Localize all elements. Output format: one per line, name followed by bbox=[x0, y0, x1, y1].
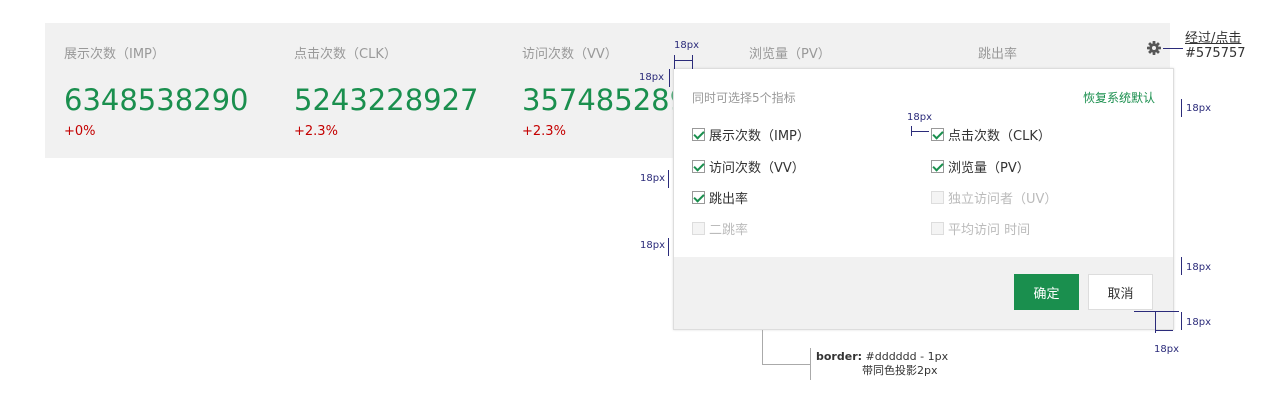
border-leader-line bbox=[762, 364, 810, 365]
metric-selector-popup: 同时可选择5个指标 恢复系统默认 展示次数（IMP） 点击次数（CLK） 访问次… bbox=[673, 68, 1174, 330]
checkbox[interactable] bbox=[931, 160, 944, 173]
popup-title: 同时可选择5个指标 bbox=[692, 91, 796, 105]
dim-line bbox=[674, 55, 675, 69]
confirm-button[interactable]: 确定 bbox=[1014, 274, 1079, 310]
checkbox bbox=[931, 222, 944, 235]
dim-line bbox=[674, 60, 692, 61]
dim-label: 18px bbox=[639, 72, 664, 83]
metric-label: 访问次数（VV） bbox=[522, 47, 618, 62]
cancel-button[interactable]: 取消 bbox=[1088, 274, 1153, 310]
dim-line bbox=[911, 126, 912, 136]
border-leader-line bbox=[810, 348, 811, 380]
dim-line bbox=[668, 238, 669, 256]
dim-line bbox=[692, 55, 693, 69]
hover-leader-line bbox=[1163, 48, 1183, 49]
dim-line bbox=[1181, 99, 1182, 117]
metric-label: 点击次数（CLK） bbox=[294, 47, 397, 62]
option-label: 平均访问 时间 bbox=[948, 223, 1031, 238]
dim-line bbox=[669, 69, 670, 87]
hover-label: 经过/点击 bbox=[1185, 31, 1242, 46]
dim-label: 18px bbox=[640, 240, 665, 251]
reset-default-link[interactable]: 恢复系统默认 bbox=[1083, 89, 1155, 106]
dim-label: 18px bbox=[674, 40, 699, 51]
dim-label: 18px bbox=[907, 112, 932, 123]
metric-value: 5243228927 bbox=[294, 83, 479, 117]
checkbox[interactable] bbox=[692, 128, 705, 141]
option-vv[interactable]: 访问次数（VV） bbox=[692, 157, 805, 176]
option-clk[interactable]: 点击次数（CLK） bbox=[931, 125, 1051, 144]
metric-change: +2.3% bbox=[522, 124, 566, 139]
hover-annotation: 经过/点击 #575757 bbox=[1185, 31, 1246, 61]
option-label: 点击次数（CLK） bbox=[948, 129, 1051, 144]
option-label: 展示次数（IMP） bbox=[709, 129, 810, 144]
option-avg-time: 平均访问 时间 bbox=[931, 219, 1030, 238]
hover-color: #575757 bbox=[1185, 46, 1246, 61]
dim-line bbox=[1155, 330, 1173, 331]
metric-change: +0% bbox=[64, 124, 96, 139]
dim-line bbox=[1134, 311, 1179, 312]
metric-label: 跳出率 bbox=[978, 47, 1018, 62]
dim-label: 18px bbox=[1186, 317, 1211, 328]
dim-label: 18px bbox=[1154, 344, 1179, 355]
option-label: 浏览量（PV） bbox=[948, 161, 1030, 176]
dim-label: 18px bbox=[640, 173, 665, 184]
checkbox[interactable] bbox=[692, 160, 705, 173]
checkbox[interactable] bbox=[931, 128, 944, 141]
shadow-note: 带同色投影2px bbox=[862, 364, 938, 377]
popup-footer: 确定 取消 bbox=[674, 257, 1173, 329]
border-value: #dddddd - 1px bbox=[865, 350, 949, 363]
border-annotation: border: #dddddd - 1px 带同色投影2px bbox=[816, 350, 948, 378]
option-label: 独立访问者（UV） bbox=[948, 192, 1058, 207]
dim-line bbox=[668, 170, 669, 188]
option-pv[interactable]: 浏览量（PV） bbox=[931, 157, 1030, 176]
dim-label: 18px bbox=[1186, 103, 1211, 114]
option-bounce[interactable]: 跳出率 bbox=[692, 188, 748, 207]
option-uv: 独立访问者（UV） bbox=[931, 188, 1057, 207]
option-second-jump: 二跳率 bbox=[692, 219, 748, 238]
dim-line bbox=[1181, 312, 1182, 330]
metric-label: 展示次数（IMP） bbox=[64, 47, 165, 62]
checkbox bbox=[931, 191, 944, 204]
option-label: 跳出率 bbox=[709, 192, 749, 207]
dim-label: 18px bbox=[1186, 262, 1211, 273]
option-imp[interactable]: 展示次数（IMP） bbox=[692, 125, 810, 144]
dim-line bbox=[911, 131, 929, 132]
checkbox bbox=[692, 222, 705, 235]
dim-line bbox=[1181, 257, 1182, 275]
dim-line bbox=[1155, 311, 1156, 333]
metric-change: +2.3% bbox=[294, 124, 338, 139]
border-leader-line bbox=[762, 330, 763, 364]
metric-value: 6348538290 bbox=[64, 83, 249, 117]
gear-icon[interactable] bbox=[1147, 41, 1161, 55]
option-label: 二跳率 bbox=[709, 223, 749, 238]
border-label: border: bbox=[816, 350, 863, 363]
checkbox[interactable] bbox=[692, 191, 705, 204]
option-label: 访问次数（VV） bbox=[709, 161, 805, 176]
metric-label: 浏览量（PV） bbox=[749, 47, 831, 62]
